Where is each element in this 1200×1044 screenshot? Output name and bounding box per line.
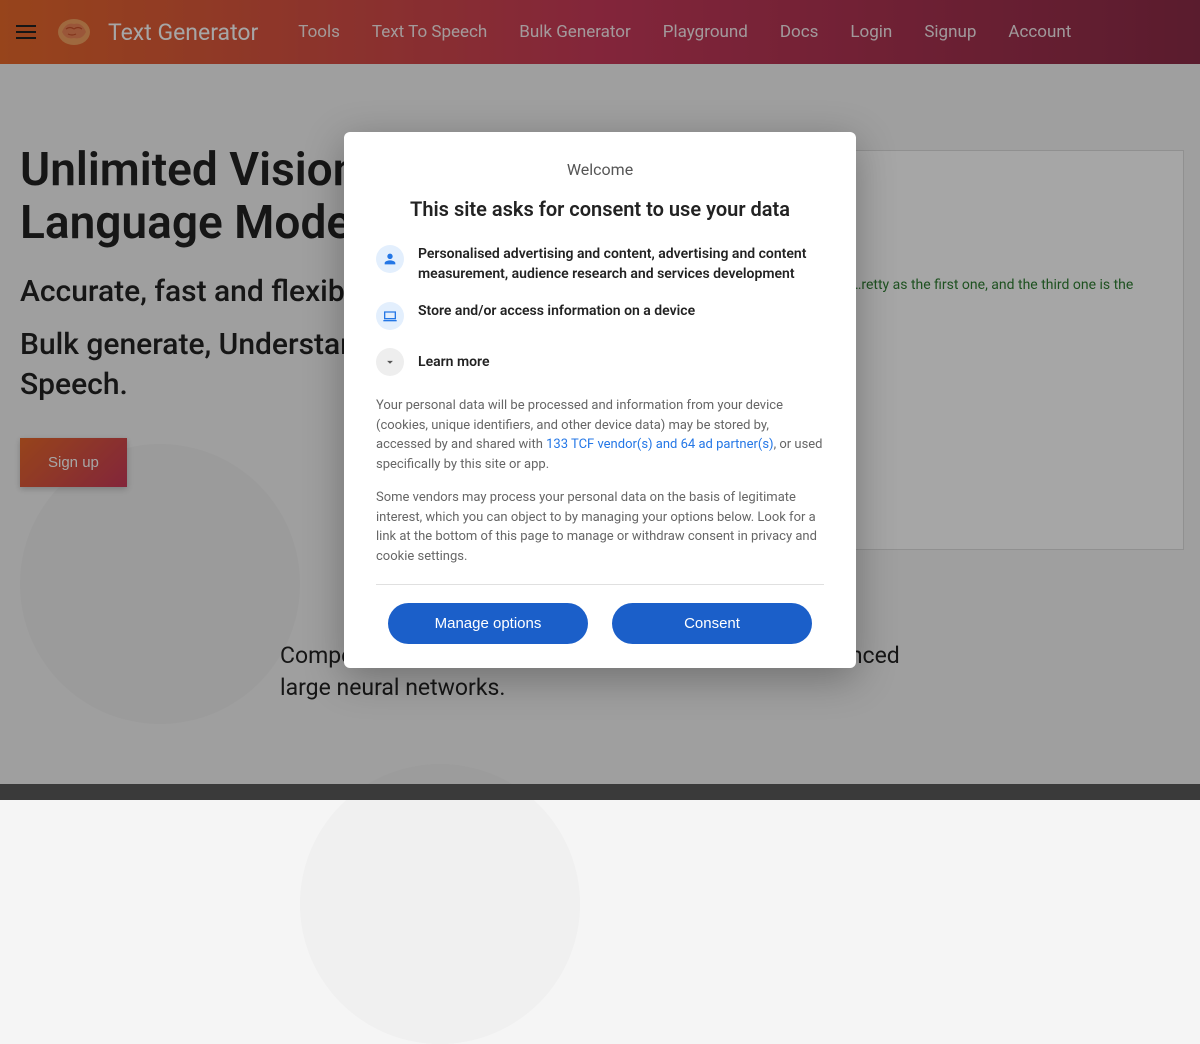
modal-welcome: Welcome (376, 160, 824, 179)
consent-button[interactable]: Consent (612, 603, 812, 644)
manage-options-button[interactable]: Manage options (388, 603, 588, 644)
learn-more-label: Learn more (418, 354, 489, 370)
purpose-2-text: Store and/or access information on a dev… (418, 302, 695, 322)
modal-buttons: Manage options Consent (376, 603, 824, 644)
purpose-row-2: Store and/or access information on a dev… (376, 302, 824, 330)
legal-text-1: Your personal data will be processed and… (376, 396, 824, 474)
purpose-1-text: Personalised advertising and content, ad… (418, 245, 824, 284)
chevron-down-icon (376, 348, 404, 376)
consent-modal: Welcome This site asks for consent to us… (344, 132, 856, 668)
modal-title: This site asks for consent to use your d… (376, 197, 824, 221)
legal-text-2: Some vendors may process your personal d… (376, 488, 824, 566)
consent-overlay: Welcome This site asks for consent to us… (0, 0, 1200, 800)
learn-more-row[interactable]: Learn more (376, 348, 824, 376)
divider (376, 584, 824, 585)
device-icon (376, 302, 404, 330)
vendor-link[interactable]: 133 TCF vendor(s) and 64 ad partner(s) (546, 437, 773, 452)
person-icon (376, 245, 404, 273)
purpose-row-1: Personalised advertising and content, ad… (376, 245, 824, 284)
